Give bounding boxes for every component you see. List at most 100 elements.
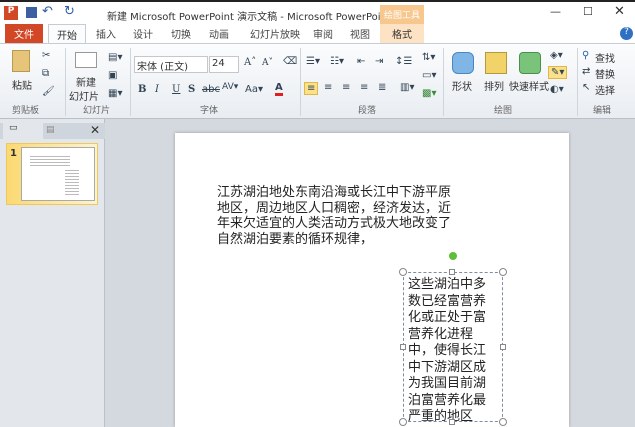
find-icon[interactable]: ⚲ [582, 50, 589, 61]
selected-text-box-content[interactable]: 这些湖泊中多数已经富营养化或正处于富营养化进程中，使得长江中下游湖区成为我国目前… [408, 277, 498, 426]
help-icon[interactable]: ? [620, 27, 633, 40]
redo-icon[interactable]: ↻ [64, 4, 75, 19]
resize-handle[interactable] [499, 268, 507, 276]
change-case-icon[interactable]: Aa▾ [245, 84, 263, 95]
slide-text-body[interactable]: 江苏湖泊地处东南沿海或长江中下游平原地区，周边地区人口稠密，经济发达，近年来欠适… [217, 185, 459, 247]
tab-view[interactable]: 视图 [350, 26, 370, 41]
char-spacing-icon[interactable]: AV▾ [222, 82, 238, 92]
new-slide-button[interactable]: 新建 [76, 74, 96, 89]
slide-thumbnail [21, 147, 95, 201]
reset-icon[interactable]: ▣ [108, 70, 117, 81]
selected-text-box[interactable]: 这些湖泊中多数已经富营养化或正处于富营养化进程中，使得长江中下游湖区成为我国目前… [403, 272, 503, 424]
layout-icon[interactable]: ▤▾ [108, 52, 122, 63]
resize-handle[interactable] [399, 268, 407, 276]
arrange-icon [485, 52, 507, 74]
save-icon[interactable] [26, 7, 37, 18]
shadow-button[interactable]: S [188, 84, 195, 95]
quick-styles-icon [519, 52, 541, 74]
bold-button[interactable]: B [138, 84, 146, 95]
columns-icon[interactable]: ▥▾ [400, 82, 414, 93]
group-label-font: 字体 [200, 106, 219, 116]
tab-home[interactable]: 开始 [48, 24, 86, 44]
tab-file[interactable]: 文件 [5, 24, 43, 43]
tab-review[interactable]: 审阅 [313, 26, 333, 41]
italic-button[interactable]: I [155, 84, 159, 95]
ribbon: 粘贴 ✂ ⧉ 🖌 剪贴板 新建 幻灯片 ▤▾ ▣ ▦▾ 幻灯片 宋体 (正文) … [0, 43, 635, 119]
resize-handle[interactable] [449, 419, 455, 425]
copy-icon[interactable]: ⧉ [42, 68, 49, 79]
rotate-handle[interactable] [449, 252, 457, 260]
resize-handle[interactable] [499, 418, 507, 426]
numbering-icon[interactable]: ☷▾ [330, 56, 344, 67]
underline-button[interactable]: U [172, 84, 180, 95]
font-color-icon[interactable]: A [275, 82, 283, 96]
slide-thumbnail-selected[interactable]: 1 [6, 143, 98, 205]
shape-effects-icon[interactable]: ◐▾ [550, 84, 564, 95]
shape-fill-icon[interactable]: ◈▾ [550, 50, 563, 61]
select-icon[interactable]: ↖ [582, 82, 590, 93]
minimize-button[interactable]: — [550, 5, 561, 18]
group-label-paragraph: 段落 [358, 106, 377, 116]
quick-styles-button[interactable]: 快速样式 [509, 78, 549, 93]
tab-transitions[interactable]: 切换 [171, 26, 191, 41]
line-spacing-icon[interactable]: ↕☰ [395, 56, 412, 67]
new-slide-icon [75, 52, 97, 68]
close-pane-button[interactable]: ✕ [90, 123, 100, 137]
group-label-drawing: 绘图 [494, 106, 513, 116]
shapes-button[interactable]: 形状 [452, 78, 472, 93]
tab-format[interactable]: 格式 [380, 24, 424, 43]
resize-handle[interactable] [449, 269, 455, 275]
pane-tabs: ▭ ▤ ✕ [0, 123, 105, 139]
tab-insert[interactable]: 插入 [96, 26, 116, 41]
select-button[interactable]: 选择 [595, 82, 615, 97]
new-slide-sub-label[interactable]: 幻灯片 [69, 88, 99, 103]
replace-button[interactable]: 替换 [595, 66, 615, 81]
resize-handle[interactable] [399, 418, 407, 426]
resize-handle[interactable] [500, 344, 506, 350]
text-direction-icon[interactable]: ⇅▾ [422, 52, 435, 63]
justify-icon[interactable]: ≡ [360, 82, 368, 93]
slide-canvas[interactable]: 江苏湖泊地处东南沿海或长江中下游平原地区，周边地区人口稠密，经济发达，近年来欠适… [175, 133, 569, 427]
font-name-select[interactable]: 宋体 (正文) [134, 56, 208, 73]
tab-animations[interactable]: 动画 [209, 26, 229, 41]
undo-icon[interactable]: ↶ [42, 4, 53, 19]
align-left-button[interactable]: ≡ [304, 82, 319, 95]
increase-indent-icon[interactable]: ⇥ [375, 56, 383, 67]
find-button[interactable]: 查找 [595, 50, 615, 65]
section-icon[interactable]: ▦▾ [108, 88, 122, 99]
align-right-icon[interactable]: ≡ [342, 82, 350, 93]
close-button[interactable]: ✕ [614, 4, 625, 19]
strikethrough-button[interactable]: abc [202, 84, 220, 95]
align-center-icon[interactable]: ≡ [324, 82, 332, 93]
decrease-indent-icon[interactable]: ⇤ [357, 56, 365, 67]
outline-tab[interactable]: ▤ [46, 125, 55, 135]
paste-icon [12, 50, 30, 72]
slide-thumbnail-pane: ▭ ▤ ✕ 1 [0, 119, 105, 427]
ribbon-tabs: 文件 开始 插入 设计 切换 动画 幻灯片放映 审阅 视图 格式 ? [0, 24, 635, 44]
replace-icon[interactable]: ⇄ [582, 66, 590, 77]
paste-button[interactable]: 粘贴 [12, 77, 32, 92]
tab-design[interactable]: 设计 [133, 26, 153, 41]
font-size-select[interactable]: 24 [209, 56, 239, 73]
shape-outline-icon[interactable]: ✎▾ [548, 66, 568, 79]
arrange-button[interactable]: 排列 [484, 78, 504, 93]
format-painter-icon[interactable]: 🖌 [42, 86, 55, 97]
shapes-icon [452, 52, 474, 74]
shrink-font-icon[interactable]: A˅ [262, 58, 273, 68]
slides-tab[interactable]: ▭ [3, 123, 43, 139]
tab-slideshow[interactable]: 幻灯片放映 [250, 26, 300, 41]
bullets-icon[interactable]: ☰▾ [306, 56, 320, 67]
cut-icon[interactable]: ✂ [42, 50, 50, 61]
align-text-icon[interactable]: ▭▾ [422, 70, 436, 81]
contextual-tab-header: 绘图工具 [380, 5, 424, 25]
window-title: 新建 Microsoft PowerPoint 演示文稿 - Microsoft… [107, 12, 391, 23]
resize-handle[interactable] [400, 344, 406, 350]
grow-font-icon[interactable]: A˄ [244, 57, 256, 68]
group-label-slides: 幻灯片 [83, 106, 111, 116]
clear-format-icon[interactable]: ⌫ [283, 56, 297, 67]
group-label-clipboard: 剪贴板 [12, 106, 40, 116]
title-bar: P ↶ ↻ 新建 Microsoft PowerPoint 演示文稿 - Mic… [0, 0, 635, 25]
distributed-icon[interactable]: ≣ [378, 82, 386, 93]
smartart-icon[interactable]: ▩▾ [422, 88, 436, 99]
maximize-button[interactable]: ☐ [583, 5, 593, 18]
